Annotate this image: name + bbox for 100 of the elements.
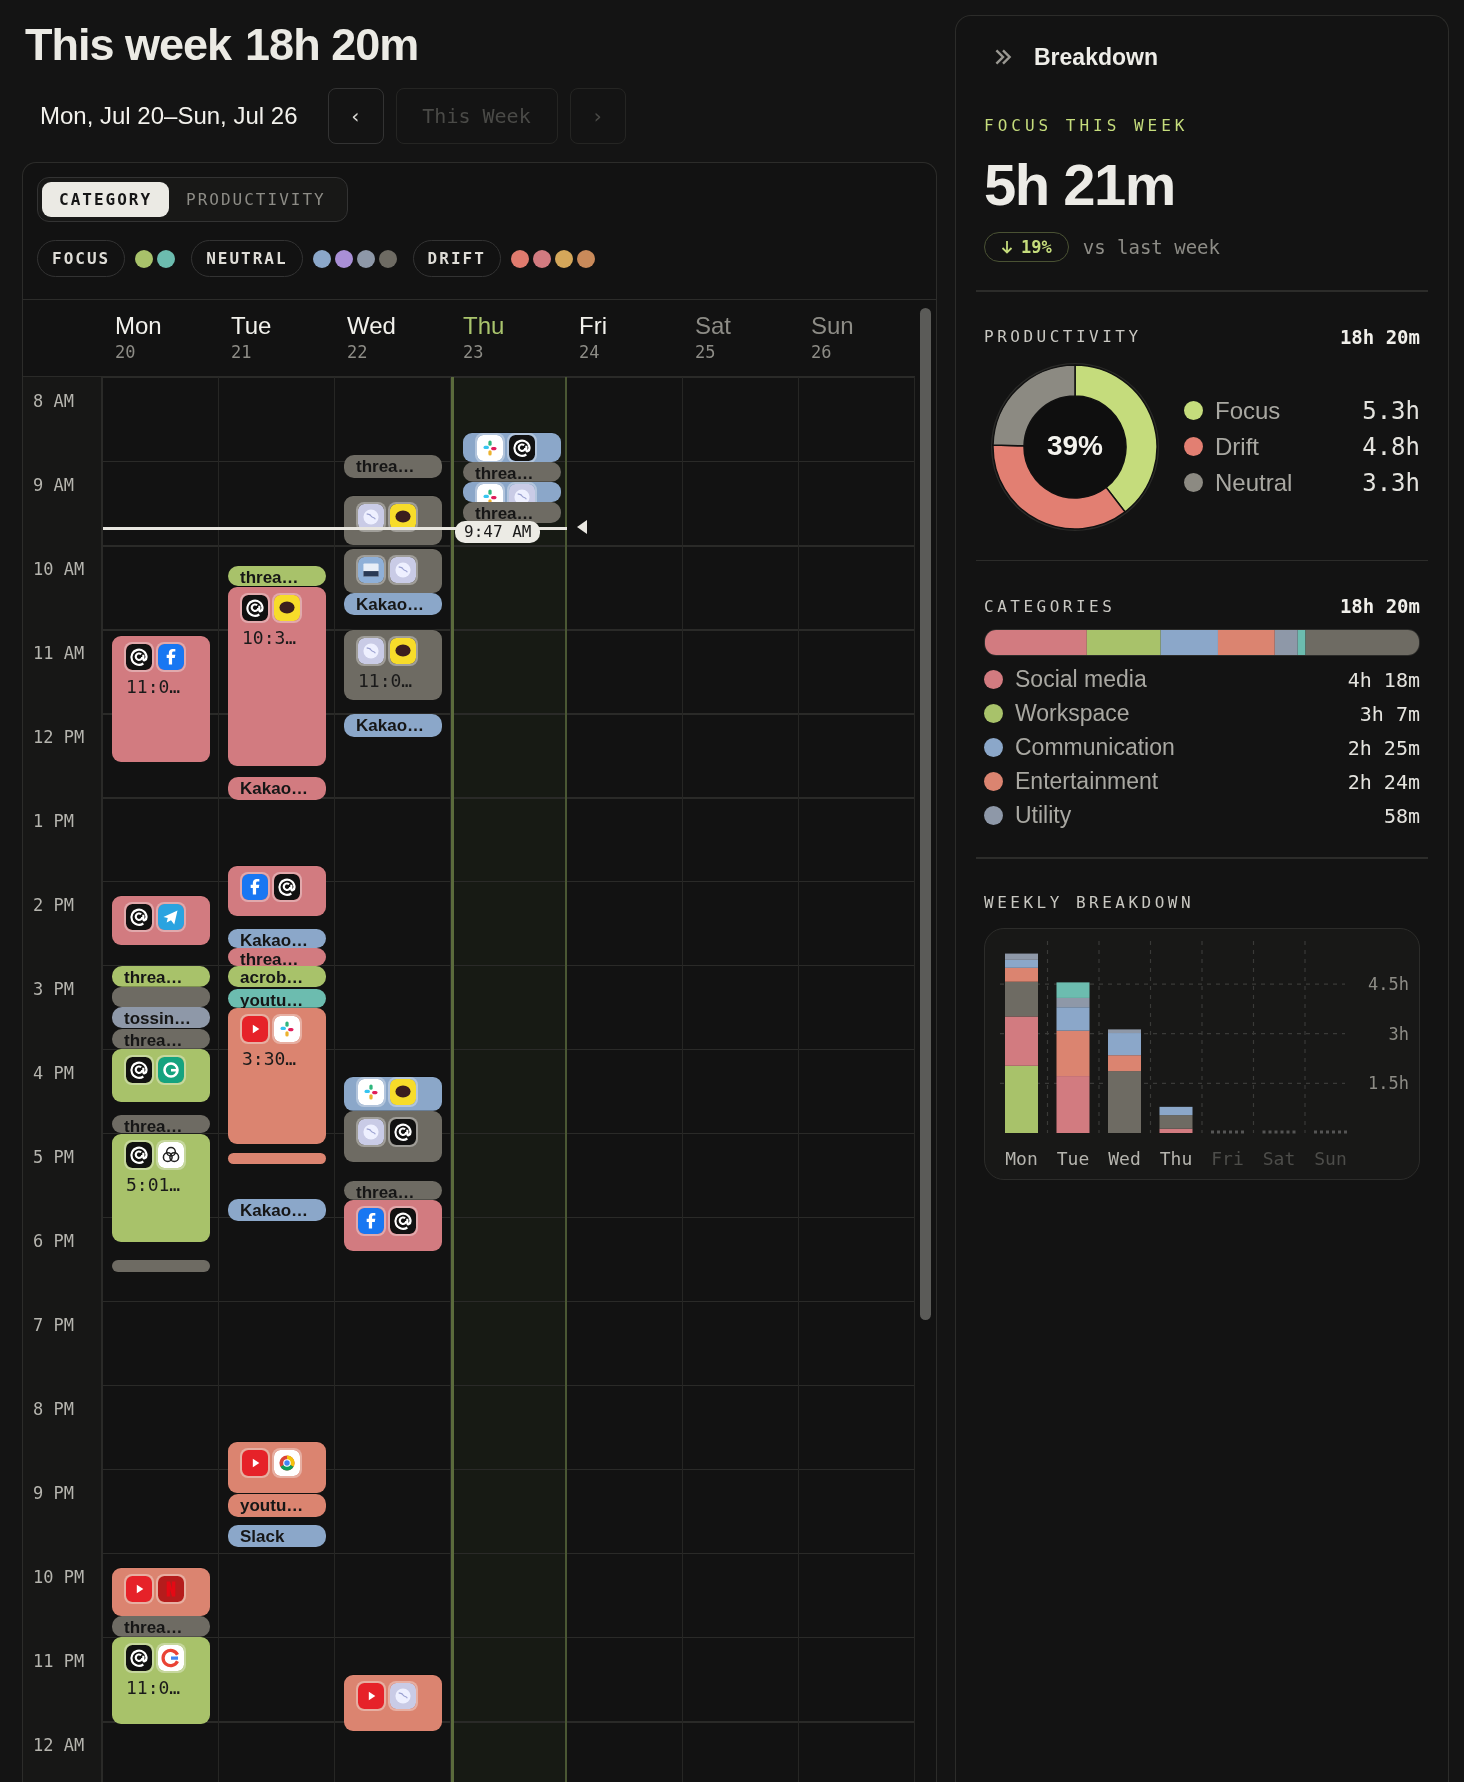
hour-label: 12 PM xyxy=(33,727,85,747)
swirl-icon xyxy=(126,1057,152,1083)
category-name: Communication xyxy=(1015,734,1176,761)
activity-block[interactable] xyxy=(344,1077,442,1111)
activity-block[interactable] xyxy=(463,482,561,502)
axis-day-label: Mon xyxy=(1005,1147,1038,1169)
event-time: 11:0… xyxy=(357,669,414,692)
axis-day-label: Thu xyxy=(1159,1147,1193,1169)
hour-label: 11 PM xyxy=(33,1651,85,1671)
activity-block[interactable] xyxy=(228,865,326,916)
activity-block[interactable] xyxy=(112,896,210,946)
axis-tick-label: 1.5h xyxy=(1368,1072,1409,1093)
hour-label: 3 PM xyxy=(33,979,74,999)
g-icon xyxy=(158,1057,184,1083)
globe-icon xyxy=(358,504,384,530)
legend-label: Drift xyxy=(1215,432,1260,461)
event-time: 11:0… xyxy=(125,1676,182,1698)
activity-pill[interactable]: Kakao… xyxy=(228,928,326,949)
empty-bar xyxy=(1262,1130,1296,1133)
activity-pill[interactable]: Kakao… xyxy=(228,777,326,800)
activity-pill[interactable]: threa… xyxy=(344,1180,442,1201)
activity-pill[interactable]: threa… xyxy=(228,566,326,586)
activity-pill[interactable]: threa… xyxy=(344,455,442,478)
panel-title: Breakdown xyxy=(1034,43,1158,71)
activity-block[interactable]: 11:0… xyxy=(112,1637,210,1724)
activity-pill[interactable]: acrob… xyxy=(228,966,326,988)
activity-block[interactable] xyxy=(112,1049,210,1103)
play-icon xyxy=(126,1576,152,1603)
activity-pill[interactable]: threa… xyxy=(463,462,561,482)
previous-week-button[interactable]: ‹ xyxy=(327,88,384,144)
day-date: 24 xyxy=(579,342,601,362)
activity-block[interactable]: 10:3… xyxy=(228,587,326,767)
activity-pill[interactable]: Kakao… xyxy=(344,714,442,737)
knot-icon xyxy=(158,1142,184,1169)
view-tab[interactable]: PRODUCTIVITY xyxy=(169,182,343,217)
page-title: This week xyxy=(25,19,232,71)
swirl-icon xyxy=(126,644,152,670)
focus-percent: 39% xyxy=(1045,429,1104,462)
activity-block[interactable] xyxy=(344,1110,442,1163)
hour-label: 4 PM xyxy=(33,1063,74,1083)
globe-icon xyxy=(358,1118,384,1145)
category-name: Entertainment xyxy=(1015,768,1160,795)
hour-label: 6 PM xyxy=(33,1231,74,1251)
activity-block[interactable]: 11:0… xyxy=(344,630,442,701)
empty-bar xyxy=(1211,1130,1244,1133)
activity-block[interactable] xyxy=(344,549,442,593)
day-name: Fri xyxy=(579,312,608,340)
event-time: 5:01… xyxy=(125,1173,182,1196)
category-time: 58m xyxy=(1383,803,1420,828)
hour-label: 10 AM xyxy=(33,559,85,579)
activity-block[interactable]: 3:30… xyxy=(228,1008,326,1145)
day-date: 21 xyxy=(231,342,253,362)
scrollbar[interactable] xyxy=(920,308,931,1320)
legend-label: Neutral xyxy=(1215,468,1294,497)
bar-segment xyxy=(1056,1075,1090,1133)
n-icon xyxy=(158,1576,184,1603)
legend-value: 3.3h xyxy=(1362,468,1420,497)
activity-block[interactable] xyxy=(344,1200,442,1251)
pinwheel-icon xyxy=(358,1079,384,1105)
swirl-icon xyxy=(126,904,152,931)
play-icon xyxy=(242,1450,268,1477)
activity-pill[interactable]: threa… xyxy=(112,966,210,988)
legend-value: 4.8h xyxy=(1362,432,1420,461)
activity-pill[interactable]: youtu… xyxy=(228,988,326,1009)
hour-label: 9 AM xyxy=(33,475,74,495)
activity-block[interactable] xyxy=(344,496,442,545)
section-label: PRODUCTIVITY xyxy=(984,327,1142,346)
section-label: WEEKLY BREAKDOWN xyxy=(984,892,1195,912)
section-label: CATEGORIES xyxy=(984,596,1116,616)
focus-total: 5h 21m xyxy=(984,151,1175,218)
activity-pill[interactable]: Kakao… xyxy=(228,1198,326,1222)
activity-block[interactable]: 11:0… xyxy=(112,636,210,762)
activity-pill[interactable]: Slack xyxy=(228,1525,326,1548)
event-time: 10:3… xyxy=(241,626,298,648)
activity-pill[interactable]: threa… xyxy=(112,1029,210,1049)
f-icon xyxy=(358,1208,384,1235)
activity-bar[interactable] xyxy=(112,1260,210,1272)
day-name: Mon xyxy=(115,312,163,340)
activity-pill[interactable]: threa… xyxy=(112,1114,210,1133)
week-total: 18h 20m xyxy=(245,19,419,71)
hour-label: 12 AM xyxy=(33,1735,85,1755)
activity-pill[interactable]: youtu… xyxy=(228,1494,326,1517)
window-icon xyxy=(358,557,384,584)
activity-block[interactable]: 5:01… xyxy=(112,1134,210,1243)
activity-block[interactable] xyxy=(344,1674,442,1731)
category-name: Workspace xyxy=(1015,700,1131,727)
activity-pill[interactable]: threa… xyxy=(112,1616,210,1637)
section-total: 18h 20m xyxy=(1339,595,1420,617)
activity-pill[interactable]: threa… xyxy=(228,948,326,967)
activity-pill[interactable]: Kakao… xyxy=(344,592,442,615)
activity-block[interactable] xyxy=(463,433,561,463)
day-date: 23 xyxy=(463,342,485,362)
bar-segment xyxy=(1005,1016,1038,1066)
globe-icon xyxy=(390,557,416,584)
pinwheel-icon xyxy=(477,435,503,461)
swirl-icon xyxy=(390,1118,416,1145)
view-tab[interactable]: CATEGORY xyxy=(42,182,170,217)
activity-pill[interactable]: tossin… xyxy=(112,1007,210,1028)
category-name: Utility xyxy=(1015,802,1073,829)
activity-bar[interactable] xyxy=(228,1152,326,1164)
